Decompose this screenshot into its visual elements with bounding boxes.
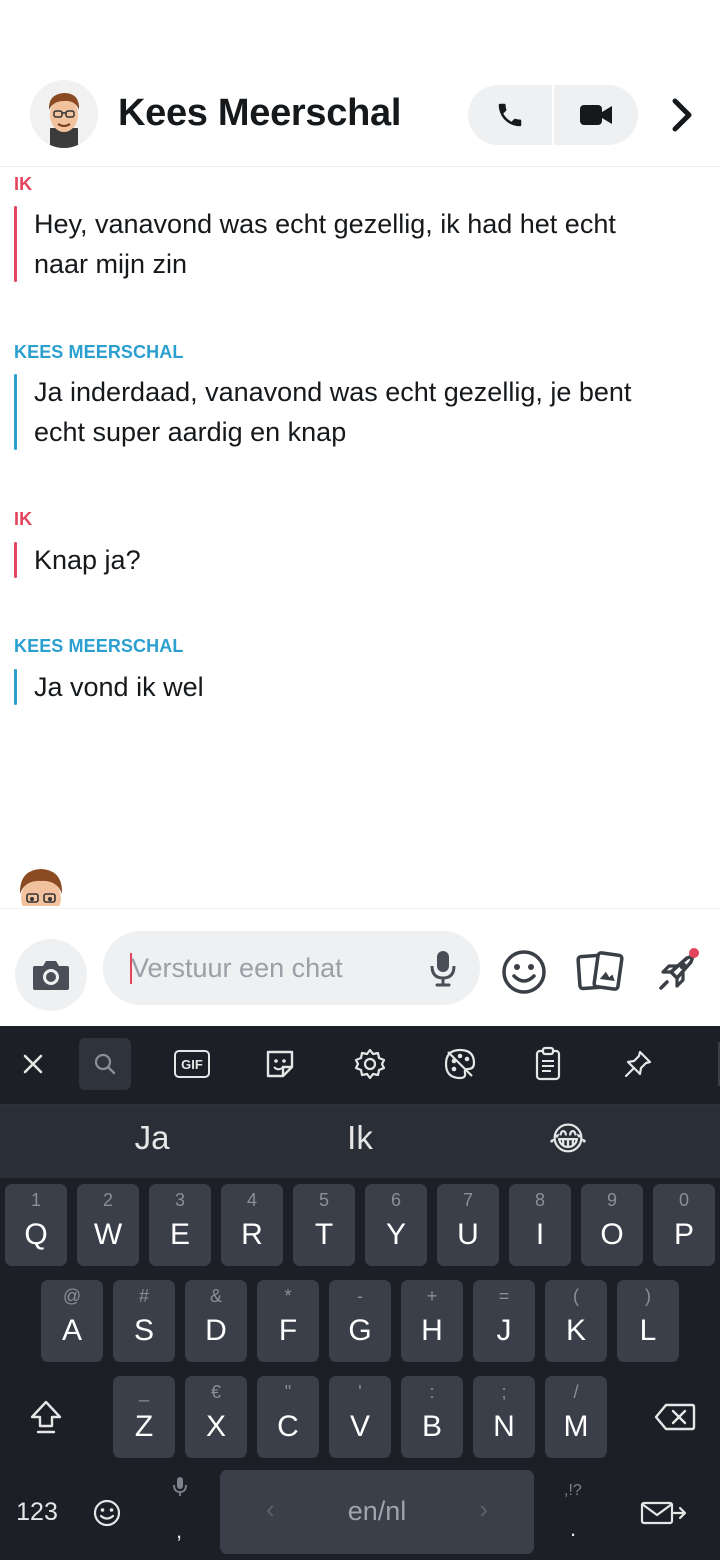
key-m[interactable]: / M [545, 1376, 607, 1458]
key-y[interactable]: 6Y [365, 1184, 427, 1266]
phone-icon [498, 103, 522, 127]
message-bar [14, 206, 17, 282]
shift-key[interactable] [8, 1376, 84, 1458]
pin-icon[interactable] [612, 1038, 664, 1090]
space-bar[interactable]: ‹ en/nl › [220, 1470, 534, 1554]
chat-composer: Verstuur een chat [0, 908, 720, 1026]
key-d[interactable]: & D [185, 1280, 247, 1362]
message-line: Ja inderdaad, vanavond was echt gezellig… [34, 377, 632, 407]
text-caret [130, 953, 132, 984]
numbers-key[interactable]: 123 [4, 1482, 70, 1542]
key-s[interactable]: # S [113, 1280, 175, 1362]
chat-header: Kees Meerschal [0, 0, 720, 166]
period-hint: ,!? [564, 1482, 582, 1499]
message-bar [14, 374, 17, 450]
send-mail-icon [640, 1501, 687, 1525]
message-sender: KEES MEERSCHAL [14, 636, 184, 656]
friend-typing-avatar [10, 864, 72, 906]
comma-label: , [176, 1518, 183, 1543]
period-label: . [570, 1516, 577, 1541]
key-k[interactable]: (K [545, 1280, 607, 1362]
chevron-right-icon: › [479, 1494, 488, 1524]
key-b[interactable]: :B [401, 1376, 463, 1458]
backspace-key[interactable] [636, 1376, 714, 1458]
close-icon[interactable] [7, 1038, 59, 1090]
microphone-icon [173, 1477, 187, 1496]
contact-name[interactable]: Kees Meerschal [118, 92, 401, 135]
gif-label: GIF [174, 1050, 210, 1078]
key-c[interactable]: " C [257, 1376, 319, 1458]
message-line: Ja vond ik wel [34, 672, 204, 702]
key-q[interactable]: 1Q [5, 1184, 67, 1266]
key-t[interactable]: 5T [293, 1184, 355, 1266]
key-a[interactable]: @ A [41, 1280, 103, 1362]
key-u[interactable]: 7U [437, 1184, 499, 1266]
key-j[interactable]: = J [473, 1280, 535, 1362]
key-w[interactable]: 2W [77, 1184, 139, 1266]
chat-input-placeholder: Verstuur een chat [131, 953, 343, 983]
sticker-icon[interactable] [254, 1038, 306, 1090]
message-bar [14, 669, 17, 705]
key-o[interactable]: 9O [581, 1184, 643, 1266]
suggestion-item[interactable]: Ik [280, 1119, 440, 1157]
key-i[interactable]: 8I [509, 1184, 571, 1266]
message-line: Hey, vanavond was echt gezellig, ik had … [34, 209, 616, 239]
gif-button[interactable]: GIF [166, 1038, 218, 1090]
call-pill [468, 85, 638, 145]
message-bubble[interactable]: Ja inderdaad, vanavond was echt gezellig… [14, 372, 631, 452]
suggestion-item[interactable]: Ja [72, 1119, 232, 1157]
voice-call-button[interactable] [468, 85, 552, 145]
smiley-icon[interactable] [499, 947, 549, 997]
microphone-icon[interactable] [428, 949, 458, 987]
header-divider [0, 166, 720, 167]
message-sender: IK [14, 509, 33, 529]
camera-icon [33, 961, 69, 990]
shift-icon [30, 1400, 62, 1434]
message-sender: KEES MEERSCHAL [14, 342, 184, 362]
key-f[interactable]: * F [257, 1280, 319, 1362]
suggestion-emoji[interactable]: 😂 [488, 1119, 648, 1158]
keyboard: GIF Ja Ik 😂 1 Q 2 W 3 E 4 R 5 T 6 Y 7 U … [0, 1026, 720, 1560]
chat-input[interactable]: Verstuur een chat [103, 931, 480, 1005]
key-e[interactable]: 3E [149, 1184, 211, 1266]
smiley-icon [93, 1499, 121, 1527]
period-key[interactable]: ,!? . [550, 1472, 602, 1552]
search-icon[interactable] [79, 1038, 131, 1090]
emoji-key[interactable] [82, 1488, 132, 1538]
message-bubble[interactable]: Hey, vanavond was echt gezellig, ik had … [14, 204, 616, 284]
key-x[interactable]: € X [185, 1376, 247, 1458]
video-call-button[interactable] [554, 85, 638, 145]
key-l[interactable]: ) L [617, 1280, 679, 1362]
keyboard-toolbar: GIF [0, 1026, 720, 1104]
key-n[interactable]: ; N [473, 1376, 535, 1458]
backspace-icon [654, 1403, 696, 1431]
rocket-icon[interactable] [652, 947, 702, 997]
suggestion-bar: Ja Ik 😂 [0, 1104, 720, 1178]
video-camera-icon [580, 105, 613, 125]
comma-key[interactable]: , [154, 1472, 206, 1552]
clipboard-icon[interactable] [522, 1038, 574, 1090]
key-v[interactable]: ' V [329, 1376, 391, 1458]
message-bar [14, 542, 17, 578]
key-p[interactable]: 0P [653, 1184, 715, 1266]
chevron-right-icon[interactable] [662, 94, 702, 136]
message-line: naar mijn zin [34, 249, 188, 279]
message-line: echt super aardig en knap [34, 417, 347, 447]
theme-palette-icon[interactable] [434, 1038, 486, 1090]
key-z[interactable]: _ Z [113, 1376, 175, 1458]
camera-button[interactable] [15, 939, 87, 1011]
key-r[interactable]: 4R [221, 1184, 283, 1266]
message-line: Knap ja? [34, 545, 141, 575]
settings-gear-icon[interactable] [344, 1038, 396, 1090]
message-bubble[interactable]: Knap ja? [14, 540, 141, 580]
contact-avatar[interactable] [30, 80, 98, 148]
key-g[interactable]: -G [329, 1280, 391, 1362]
key-h[interactable]: + H [401, 1280, 463, 1362]
message-sender: IK [14, 174, 33, 194]
send-key[interactable] [632, 1486, 696, 1540]
memories-cards-icon[interactable] [575, 947, 625, 997]
message-bubble[interactable]: Ja vond ik wel [14, 667, 204, 707]
